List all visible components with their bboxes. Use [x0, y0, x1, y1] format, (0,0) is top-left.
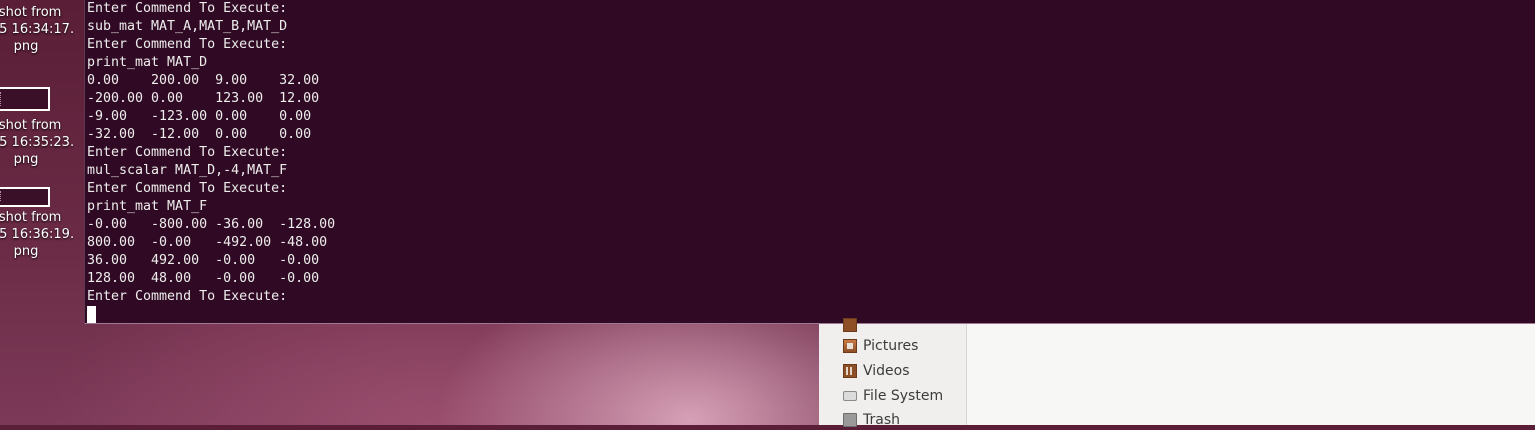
screenshot-thumbnail-icon[interactable]	[0, 187, 50, 207]
terminal-line: Enter Commend To Execute:	[87, 181, 288, 196]
folder-icon	[843, 318, 857, 332]
videos-folder-icon	[843, 364, 857, 378]
terminal-line: Enter Commend To Execute:	[87, 37, 288, 52]
sidebar-item-label: Trash	[863, 412, 900, 428]
terminal-line: 800.00 -0.00 -492.00 -48.00	[87, 235, 328, 250]
terminal-line: mul_scalar MAT_D,-4,MAT_F	[87, 163, 288, 178]
file-manager-content[interactable]	[967, 324, 1535, 425]
terminal-window[interactable]: Enter Commend To Execute: sub_mat MAT_A,…	[84, 0, 1535, 324]
desktop-item-label: png	[13, 152, 39, 167]
desktop-item-label: nshot from	[0, 210, 62, 225]
terminal-line: 0.00 200.00 9.00 32.00	[87, 73, 320, 88]
terminal-line: Enter Commend To Execute:	[87, 289, 288, 304]
terminal-line: sub_mat MAT_A,MAT_B,MAT_D	[87, 19, 288, 34]
desktop-item-label: 2-25 16:34:17.	[0, 22, 75, 37]
file-manager-window: Pictures Videos File System Trash	[819, 318, 1535, 428]
file-manager-sidebar: Pictures Videos File System Trash	[819, 318, 967, 428]
drive-icon	[843, 391, 857, 401]
terminal-cursor	[87, 306, 96, 323]
terminal-line: Enter Commend To Execute:	[87, 1, 288, 16]
desktop-item-screenshot-1[interactable]: nshot from 2-25 16:34:17. png	[0, 4, 82, 55]
sidebar-item-label: Pictures	[863, 338, 919, 354]
terminal-line: 36.00 492.00 -0.00 -0.00	[87, 253, 320, 268]
terminal-line: 128.00 48.00 -0.00 -0.00	[87, 271, 320, 286]
desktop-item-screenshot-2[interactable]: nshot from 2-25 16:35:23. png	[0, 117, 82, 168]
terminal-line: -9.00 -123.00 0.00 0.00	[87, 109, 312, 124]
terminal-line: Enter Commend To Execute:	[87, 145, 288, 160]
sidebar-item-label: File System	[863, 388, 944, 404]
desktop-item-label: png	[13, 39, 39, 54]
desktop-item-label: nshot from	[0, 5, 62, 20]
desktop-item-label: png	[13, 244, 39, 259]
terminal-line: print_mat MAT_D	[87, 55, 208, 70]
sidebar-item-label: Videos	[863, 363, 910, 379]
desktop-item-label: 2-25 16:36:19.	[0, 227, 75, 242]
desktop-item-screenshot-3[interactable]: nshot from 2-25 16:36:19. png	[0, 209, 82, 260]
terminal-line: -200.00 0.00 123.00 12.00	[87, 91, 320, 106]
terminal-line: -32.00 -12.00 0.00 0.00	[87, 127, 312, 142]
terminal-line: -0.00 -800.00 -36.00 -128.00	[87, 217, 336, 232]
pictures-folder-icon	[843, 339, 857, 353]
terminal-line: print_mat MAT_F	[87, 199, 208, 214]
screenshot-thumbnail-icon[interactable]	[0, 87, 50, 111]
desktop-item-label: 2-25 16:35:23.	[0, 135, 75, 150]
desktop-item-label: nshot from	[0, 118, 62, 133]
